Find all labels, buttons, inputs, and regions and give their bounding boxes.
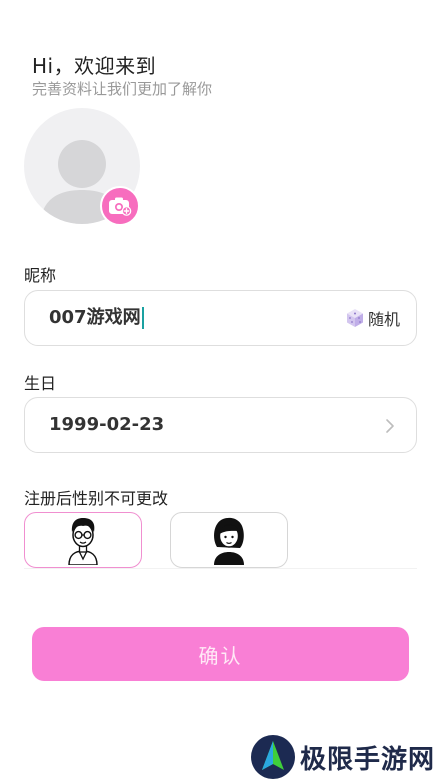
chevron-right-icon xyxy=(386,419,394,433)
gender-label: 注册后性别不可更改 xyxy=(24,489,169,508)
birthday-value: 1999-02-23 xyxy=(49,414,165,435)
dice-icon xyxy=(346,309,363,327)
upload-avatar-button[interactable] xyxy=(100,186,140,226)
camera-add-icon xyxy=(109,197,132,216)
watermark-text: 极限手游网 xyxy=(300,744,436,775)
gender-option-female[interactable] xyxy=(170,512,288,568)
birthday-label: 生日 xyxy=(24,374,57,393)
watermark-logo-icon xyxy=(251,735,295,779)
male-avatar-icon xyxy=(68,518,98,565)
female-avatar-icon xyxy=(214,517,244,565)
divider xyxy=(24,568,417,569)
nickname-label: 昵称 xyxy=(24,266,57,285)
text-caret xyxy=(141,307,144,329)
random-label: 随机 xyxy=(367,310,400,329)
nickname-field[interactable]: 007游戏网 随机 xyxy=(24,290,417,346)
nickname-value-wrap: 007游戏网 xyxy=(49,291,144,345)
watermark: 极限手游网 xyxy=(250,734,435,780)
confirm-button[interactable]: 确认 xyxy=(32,627,409,681)
greeting-subtitle: 完善资料让我们更加了解你 xyxy=(32,80,213,98)
birthday-picker[interactable]: 1999-02-23 xyxy=(24,397,417,453)
gender-option-male[interactable] xyxy=(24,512,142,568)
nickname-input-value[interactable]: 007游戏网 xyxy=(49,307,141,328)
greeting-title: Hi，欢迎来到 xyxy=(32,54,157,78)
random-nickname-button[interactable]: 随机 xyxy=(345,291,400,345)
